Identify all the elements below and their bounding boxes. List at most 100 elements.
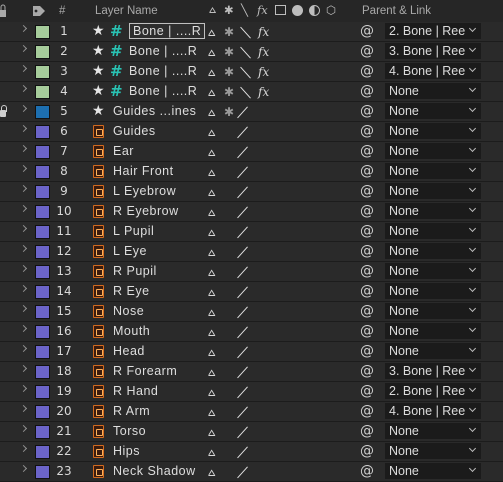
expand-twirl-icon[interactable] <box>19 124 28 133</box>
layer-name[interactable]: Bone | ....R <box>129 84 197 98</box>
number-column-header[interactable]: # <box>59 5 65 17</box>
parent-dropdown[interactable]: None <box>385 423 481 439</box>
expand-twirl-icon[interactable] <box>19 84 28 93</box>
expand-twirl-icon[interactable] <box>19 24 28 33</box>
quality-switch-icon[interactable] <box>237 385 247 399</box>
parent-dropdown[interactable]: 2. Bone | Reec <box>385 23 481 39</box>
quality-switch-icon[interactable] <box>237 285 247 299</box>
shy-icon[interactable]: ⩟ <box>209 4 216 17</box>
expand-twirl-icon[interactable] <box>19 144 28 153</box>
layer-row[interactable]: 1 ★ # Bone | ....R ⩟ ✱ fx @2. Bone | Reec <box>0 22 503 42</box>
layer-name[interactable]: Guides <box>113 124 156 138</box>
label-color-swatch[interactable] <box>35 465 50 479</box>
layer-name[interactable]: Hair Front <box>113 164 174 178</box>
adjustment-icon[interactable] <box>309 5 320 16</box>
layer-name[interactable]: Head <box>113 344 145 358</box>
pickwhip-icon[interactable]: @ <box>360 304 374 318</box>
quality-switch-icon[interactable] <box>237 125 247 139</box>
shy-switch-icon[interactable]: ⩟ <box>208 165 215 179</box>
expand-twirl-icon[interactable] <box>19 364 28 373</box>
layer-row[interactable]: 3 ★ # Bone | ....R ⩟ ✱ fx @4. Bone | Reec <box>0 62 503 82</box>
pickwhip-icon[interactable]: @ <box>360 464 374 478</box>
pickwhip-icon[interactable]: @ <box>360 44 374 58</box>
collapse-switch-icon[interactable]: ✱ <box>224 105 234 119</box>
expand-twirl-icon[interactable] <box>19 384 28 393</box>
parent-dropdown[interactable]: 3. Bone | Reec <box>385 363 481 379</box>
shy-switch-icon[interactable]: ⩟ <box>208 45 215 59</box>
layer-name[interactable]: Bone | ....R <box>129 64 197 78</box>
collapse-switch-icon[interactable]: ✱ <box>224 85 234 99</box>
quality-switch-icon[interactable] <box>237 405 247 419</box>
quality-switch-icon[interactable] <box>237 205 247 219</box>
pickwhip-icon[interactable]: @ <box>360 224 374 238</box>
expand-twirl-icon[interactable] <box>19 264 28 273</box>
layer-name[interactable]: R Eye <box>113 284 150 298</box>
pickwhip-icon[interactable]: @ <box>360 204 374 218</box>
label-color-swatch[interactable] <box>35 265 50 279</box>
layer-row[interactable]: 15 Nose ⩟ @ None <box>0 302 503 322</box>
expand-twirl-icon[interactable] <box>19 64 28 73</box>
layer-name[interactable]: R Pupil <box>113 264 157 278</box>
expand-twirl-icon[interactable] <box>19 424 28 433</box>
parent-dropdown[interactable]: None <box>385 223 481 239</box>
parent-dropdown[interactable]: None <box>385 343 481 359</box>
shy-switch-icon[interactable]: ⩟ <box>208 125 215 139</box>
layer-row[interactable]: 6 Guides ⩟ @ None <box>0 122 503 142</box>
quality-switch-icon[interactable] <box>237 445 247 459</box>
layer-row[interactable]: 12 L Eye ⩟ @ None <box>0 242 503 262</box>
expand-twirl-icon[interactable] <box>19 304 28 313</box>
expand-twirl-icon[interactable] <box>19 444 28 453</box>
parent-dropdown[interactable]: None <box>385 143 481 159</box>
expand-twirl-icon[interactable] <box>19 184 28 193</box>
layer-name[interactable]: Mouth <box>113 324 150 338</box>
label-color-swatch[interactable] <box>35 365 50 379</box>
label-color-swatch[interactable] <box>35 405 50 419</box>
label-color-swatch[interactable] <box>35 65 50 79</box>
pickwhip-icon[interactable]: @ <box>360 264 374 278</box>
pickwhip-icon[interactable]: @ <box>360 424 374 438</box>
pickwhip-icon[interactable]: @ <box>360 364 374 378</box>
label-color-swatch[interactable] <box>35 125 50 139</box>
layer-name[interactable]: L Pupil <box>113 224 154 238</box>
pickwhip-icon[interactable]: @ <box>360 324 374 338</box>
shy-switch-icon[interactable]: ⩟ <box>208 65 215 79</box>
pickwhip-icon[interactable]: @ <box>360 24 374 38</box>
quality-switch-icon[interactable] <box>240 65 252 79</box>
expand-twirl-icon[interactable] <box>19 344 28 353</box>
shy-switch-icon[interactable]: ⩟ <box>208 345 215 359</box>
collapse-switch-icon[interactable]: ✱ <box>224 45 234 59</box>
expand-twirl-icon[interactable] <box>19 204 28 213</box>
parent-dropdown[interactable]: None <box>385 123 481 139</box>
parent-dropdown[interactable]: None <box>385 183 481 199</box>
expand-twirl-icon[interactable] <box>19 244 28 253</box>
collapse-switch-icon[interactable]: ✱ <box>224 65 234 79</box>
parent-dropdown[interactable]: None <box>385 243 481 259</box>
quality-switch-icon[interactable] <box>237 325 247 339</box>
quality-switch-icon[interactable] <box>237 365 247 379</box>
layer-row[interactable]: 9 L Eyebrow ⩟ @ None <box>0 182 503 202</box>
collapse-icon[interactable]: ✱ <box>224 3 234 17</box>
effects-switch-icon[interactable]: fx <box>258 45 269 59</box>
layer-name[interactable]: R Forearm <box>113 364 177 378</box>
shy-switch-icon[interactable]: ⩟ <box>208 285 215 299</box>
expand-twirl-icon[interactable] <box>19 464 28 473</box>
quality-switch-icon[interactable] <box>237 265 247 279</box>
expand-twirl-icon[interactable] <box>19 44 28 53</box>
expand-twirl-icon[interactable] <box>19 224 28 233</box>
shy-switch-icon[interactable]: ⩟ <box>208 465 215 479</box>
parent-dropdown[interactable]: None <box>385 463 481 479</box>
shy-switch-icon[interactable]: ⩟ <box>208 425 215 439</box>
label-color-swatch[interactable] <box>35 305 50 319</box>
pickwhip-icon[interactable]: @ <box>360 124 374 138</box>
pickwhip-icon[interactable]: @ <box>360 284 374 298</box>
expand-twirl-icon[interactable] <box>19 324 28 333</box>
quality-switch-icon[interactable] <box>240 45 252 59</box>
parent-link-column-header[interactable]: Parent & Link <box>362 5 431 17</box>
shy-switch-icon[interactable]: ⩟ <box>208 105 215 119</box>
parent-dropdown[interactable]: None <box>385 163 481 179</box>
quality-icon[interactable]: ╲ <box>241 3 248 17</box>
label-color-swatch[interactable] <box>35 185 50 199</box>
collapse-switch-icon[interactable]: ✱ <box>224 25 234 39</box>
parent-dropdown[interactable]: None <box>385 303 481 319</box>
motion-blur-icon[interactable] <box>292 5 303 16</box>
